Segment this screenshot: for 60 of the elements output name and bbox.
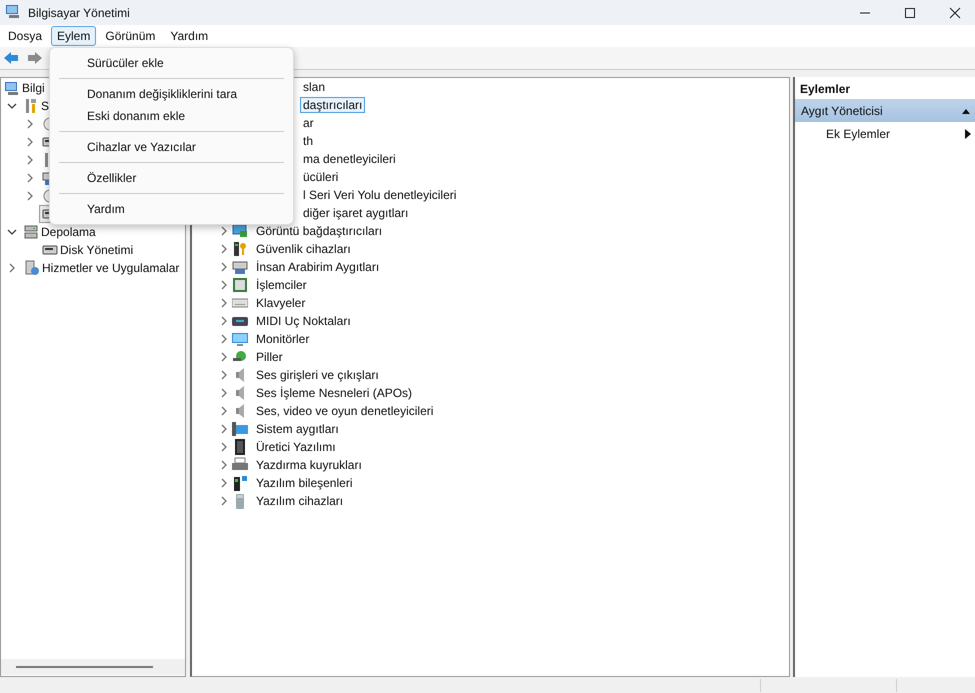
device-category[interactable]: slan <box>300 79 328 95</box>
tree-item[interactable]: Hizmetler ve Uygulamalar <box>42 260 180 276</box>
menu-item[interactable]: Eylem <box>51 26 96 46</box>
device-category[interactable]: Yazılım bileşenleri <box>253 475 356 491</box>
tree-item[interactable]: Bilgi <box>22 80 45 96</box>
menu-item[interactable]: Yardım <box>164 26 214 46</box>
action-item[interactable]: Ek Eylemler <box>795 122 975 146</box>
submenu-arrow-icon <box>965 129 971 139</box>
key-icon <box>232 241 248 257</box>
component-icon <box>232 475 248 491</box>
device-category[interactable]: Sistem aygıtları <box>253 421 342 437</box>
chip-icon <box>232 277 248 293</box>
chip-icon <box>232 439 248 455</box>
back-arrow-icon[interactable] <box>3 51 19 65</box>
storage-icon <box>23 224 39 240</box>
device-category[interactable]: İnsan Arabirim Aygıtları <box>253 259 382 275</box>
device-category[interactable]: Ses İşleme Nesneleri (APOs) <box>253 385 416 401</box>
device-category[interactable]: diğer işaret aygıtları <box>300 205 412 221</box>
horizontal-scrollbar[interactable] <box>1 659 185 675</box>
device-category[interactable]: Klavyeler <box>253 295 308 311</box>
menu-item[interactable]: Dosya <box>2 26 48 46</box>
collapse-icon[interactable] <box>961 107 971 115</box>
menu-item[interactable]: Donanım değişikliklerini tara <box>50 83 293 105</box>
device-category[interactable]: Güvenlik cihazları <box>253 241 354 257</box>
app-icon <box>5 3 21 19</box>
menu-item[interactable]: Özellikler <box>50 167 293 189</box>
device-category[interactable]: Üretici Yazılımı <box>253 439 339 455</box>
device-category[interactable]: Ses, video ve oyun denetleyicileri <box>253 403 436 419</box>
tree-item[interactable]: Depolama <box>41 224 96 240</box>
device-category[interactable]: th <box>300 133 316 149</box>
menu-item[interactable]: Eski donanım ekle <box>50 105 293 127</box>
monitor-icon <box>232 331 248 347</box>
device-category[interactable]: Yazılım cihazları <box>253 493 346 509</box>
menu-item[interactable]: Görünüm <box>99 26 162 46</box>
tree-item[interactable]: S <box>41 98 50 114</box>
close-icon[interactable] <box>949 6 961 18</box>
device-category[interactable]: daştırıcıları <box>300 97 366 113</box>
menu-item[interactable]: Yardım <box>50 198 293 220</box>
device-category[interactable]: İşlemciler <box>253 277 310 293</box>
device-category[interactable]: ar <box>300 115 317 131</box>
device-category[interactable]: MIDI Uç Noktaları <box>253 313 354 329</box>
computer-icon <box>4 80 20 96</box>
tree-item[interactable]: Disk Yönetimi <box>60 242 134 258</box>
menu-item[interactable]: Cihazlar ve Yazıcılar <box>50 136 293 158</box>
device-category[interactable]: l Seri Veri Yolu denetleyicileri <box>300 187 460 203</box>
window-title: Bilgisayar Yönetimi <box>28 6 130 20</box>
maximize-icon[interactable] <box>904 6 916 18</box>
device-category[interactable]: Ses girişleri ve çıkışları <box>253 367 382 383</box>
display-adapter-icon <box>232 223 248 239</box>
device-category[interactable]: ücüleri <box>300 169 342 185</box>
device-category[interactable]: Piller <box>253 349 286 365</box>
menu-item[interactable]: Sürücüler ekle <box>50 52 293 74</box>
device-category[interactable]: Monitörler <box>253 331 312 347</box>
services-icon <box>24 260 40 276</box>
computer-icon <box>232 421 248 437</box>
device-category[interactable]: Görüntü bağdaştırıcıları <box>253 223 386 239</box>
device-category[interactable]: ma denetleyicileri <box>300 151 399 167</box>
section-header[interactable]: Aygıt Yöneticisi <box>795 100 975 122</box>
printer-icon <box>232 457 248 473</box>
device-category[interactable]: Yazdırma kuyrukları <box>253 457 365 473</box>
